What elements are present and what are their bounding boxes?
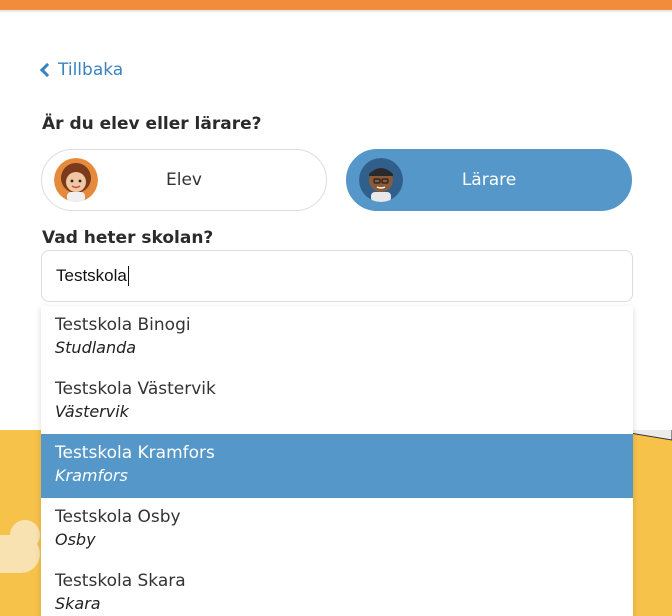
suggestion-item-selected[interactable]: Testskola Kramfors Kramfors — [41, 434, 633, 498]
school-search-value: Testskola — [56, 266, 127, 285]
suggestion-item[interactable]: Testskola Skara Skara — [41, 562, 633, 616]
role-button-elev[interactable]: Elev — [41, 149, 327, 211]
suggestion-city: Studlanda — [55, 338, 137, 357]
role-button-larare[interactable]: Lärare — [346, 149, 632, 211]
top-accent-strip — [0, 0, 672, 10]
suggestion-name: Testskola Osby — [55, 507, 181, 527]
cloud-decoration — [10, 520, 40, 550]
suggestion-item[interactable]: Testskola Binogi Studlanda — [41, 306, 633, 370]
back-link[interactable]: Tillbaka — [39, 60, 124, 80]
suggestion-name: Testskola Binogi — [55, 315, 191, 335]
school-question: Vad heter skolan? — [42, 228, 214, 248]
suggestion-name: Testskola Skara — [55, 571, 186, 591]
suggestion-item[interactable]: Testskola Västervik Västervik — [41, 370, 633, 434]
text-cursor — [127, 266, 130, 286]
suggestion-item[interactable]: Testskola Osby Osby — [41, 498, 633, 562]
suggestion-city: Osby — [55, 530, 96, 549]
school-suggestions-dropdown: Testskola Binogi Studlanda Testskola Väs… — [41, 306, 633, 616]
role-question: Är du elev eller lärare? — [42, 114, 262, 134]
suggestion-city: Västervik — [55, 402, 129, 421]
suggestion-city: Kramfors — [55, 466, 128, 485]
suggestion-name: Testskola Kramfors — [55, 443, 215, 463]
back-link-label: Tillbaka — [58, 60, 124, 80]
role-label-larare: Lärare — [461, 170, 517, 190]
suggestion-name: Testskola Västervik — [55, 379, 216, 399]
chevron-left-icon — [39, 62, 55, 78]
role-label-elev: Elev — [166, 170, 202, 190]
school-search-input[interactable]: Testskola — [41, 250, 633, 302]
suggestion-city: Skara — [55, 594, 101, 613]
